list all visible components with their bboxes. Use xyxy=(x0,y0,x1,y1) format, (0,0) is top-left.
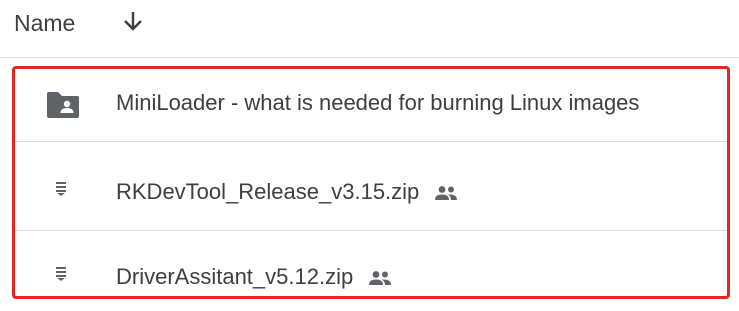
arrow-down-icon[interactable] xyxy=(122,8,144,34)
shared-people-icon xyxy=(369,271,392,286)
shared-folder-icon xyxy=(47,92,79,118)
zip-file-icon xyxy=(56,182,66,196)
file-list-header: Name xyxy=(0,0,739,58)
file-row[interactable]: RKDevTool_Release_v3.15.zip xyxy=(14,143,730,231)
name-column-header[interactable]: Name xyxy=(14,10,75,37)
file-row[interactable]: MiniLoader - what is needed for burning … xyxy=(14,68,730,142)
file-name[interactable]: RKDevTool_Release_v3.15.zip xyxy=(116,179,419,204)
file-name-line: DriverAssitant_v5.12.zip xyxy=(116,264,393,290)
shared-people-icon xyxy=(435,186,458,201)
zip-file-icon xyxy=(56,267,66,281)
file-row[interactable]: DriverAssitant_v5.12.zip xyxy=(14,232,730,298)
file-name-line: RKDevTool_Release_v3.15.zip xyxy=(116,179,459,205)
file-name[interactable]: MiniLoader - what is needed for burning … xyxy=(116,90,639,116)
file-name[interactable]: DriverAssitant_v5.12.zip xyxy=(116,264,353,289)
